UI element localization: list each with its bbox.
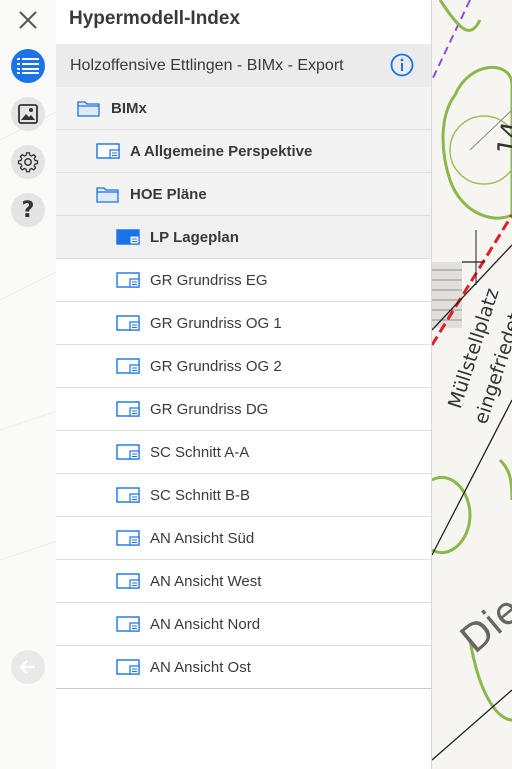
info-icon[interactable]: [390, 53, 414, 77]
tree-view-item[interactable]: AN Ansicht Nord: [56, 603, 431, 646]
folder-icon: [77, 99, 101, 117]
images-button[interactable]: [11, 97, 45, 131]
left-rail: ?: [0, 0, 56, 769]
tree-item-label: A Allgemeine Perspektive: [130, 142, 313, 160]
model-name: Holzoffensive Ettlingen - BIMx - Export: [70, 56, 344, 74]
tree-item-label: GR Grundriss DG: [150, 400, 269, 418]
tree-item-label: SC Schnitt B-B: [150, 486, 251, 504]
tree-view-item[interactable]: GR Grundriss DG: [56, 388, 431, 431]
tree-item-label: AN Ansicht West: [150, 572, 262, 590]
close-button[interactable]: [14, 6, 42, 34]
close-icon: [19, 11, 37, 29]
view-icon: [116, 271, 140, 289]
view-icon: [116, 529, 140, 547]
index-list-button[interactable]: [11, 49, 45, 83]
view-icon: [96, 142, 120, 160]
tree-item-label: BIMx: [111, 99, 147, 117]
tree-view-item[interactable]: AN Ansicht West: [56, 560, 431, 603]
model-tree: BIMx A Allgemeine Perspektive HOE Pläne …: [56, 87, 431, 689]
view-icon: [116, 228, 140, 246]
view-icon: [116, 615, 140, 633]
gear-icon: [17, 152, 39, 173]
tree-view-item[interactable]: GR Grundriss OG 2: [56, 345, 431, 388]
view-icon: [116, 658, 140, 676]
settings-button[interactable]: [11, 145, 45, 179]
tree-folder[interactable]: HOE Pläne: [56, 173, 431, 216]
tree-view-item[interactable]: A Allgemeine Perspektive: [56, 130, 431, 173]
back-arrow-icon: [19, 660, 35, 674]
panel-title: Hypermodell-Index: [69, 8, 241, 29]
model-header[interactable]: Holzoffensive Ettlingen - BIMx - Export: [56, 44, 431, 87]
view-icon: [116, 443, 140, 461]
tree-view-item[interactable]: SC Schnitt A-A: [56, 431, 431, 474]
help-icon: ?: [21, 197, 35, 223]
tree-view-item[interactable]: SC Schnitt B-B: [56, 474, 431, 517]
tree-item-label: AN Ansicht Nord: [150, 615, 261, 633]
tree-view-item[interactable]: GR Grundriss EG: [56, 259, 431, 302]
tree-folder[interactable]: BIMx: [56, 87, 431, 130]
view-icon: [116, 357, 140, 375]
tree-item-label: SC Schnitt A-A: [150, 443, 250, 461]
tree-item-label: GR Grundriss OG 1: [150, 314, 282, 332]
tree-item-label: LP Lageplan: [150, 228, 239, 246]
tree-view-item[interactable]: LP Lageplan: [56, 216, 431, 259]
view-icon: [116, 572, 140, 590]
tree-item-label: AN Ansicht Ost: [150, 658, 251, 676]
tree-item-label: AN Ansicht Süd: [150, 529, 255, 547]
menu-list-icon: [17, 58, 39, 74]
view-icon: [116, 486, 140, 504]
tree-item-label: GR Grundriss EG: [150, 271, 268, 289]
hypermodel-index-panel: Hypermodell-Index Holzoffensive Ettlinge…: [56, 0, 432, 769]
back-button[interactable]: [11, 650, 45, 684]
tree-view-item[interactable]: GR Grundriss OG 1: [56, 302, 431, 345]
view-icon: [116, 400, 140, 418]
folder-icon: [96, 185, 120, 203]
tree-view-item[interactable]: AN Ansicht Ost: [56, 646, 431, 689]
help-button[interactable]: ?: [11, 193, 45, 227]
tree-item-label: HOE Pläne: [130, 185, 207, 203]
view-icon: [116, 314, 140, 332]
tree-view-item[interactable]: AN Ansicht Süd: [56, 517, 431, 560]
image-icon: [18, 104, 38, 124]
tree-item-label: GR Grundriss OG 2: [150, 357, 282, 375]
